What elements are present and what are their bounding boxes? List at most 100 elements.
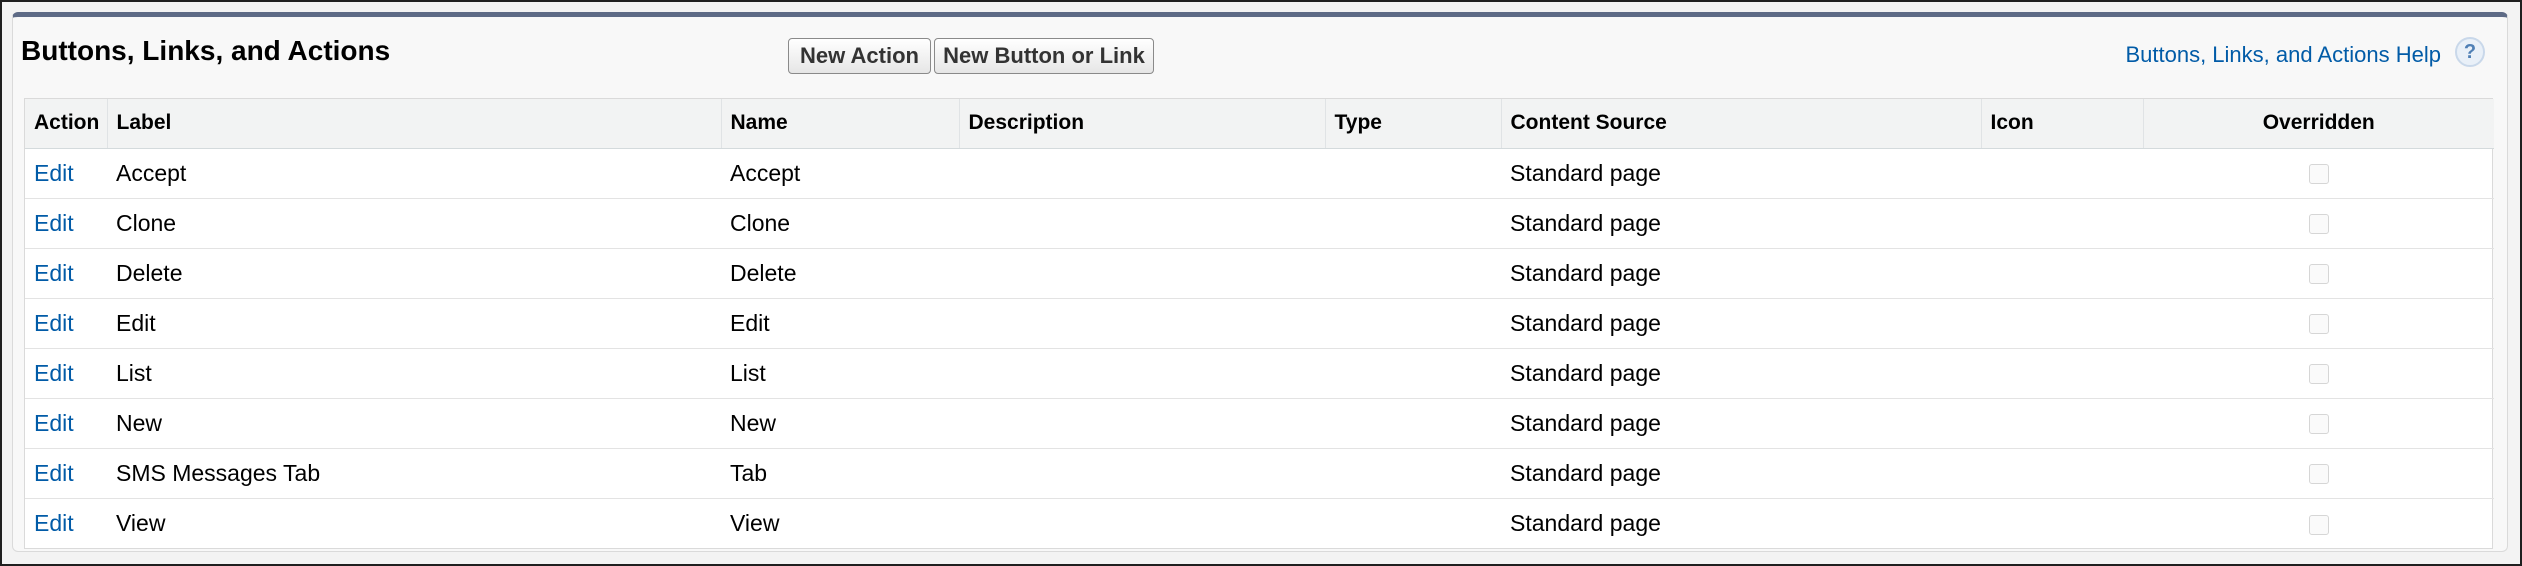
- row-action-cell: Edit: [25, 298, 107, 349]
- edit-link[interactable]: Edit: [34, 360, 74, 386]
- column-header-icon: Icon: [1981, 99, 2144, 149]
- row-content-source: Standard page: [1510, 509, 1661, 536]
- column-header-description: Description: [959, 99, 1326, 149]
- table-header-row: Action Label Name Description Type Conte…: [25, 99, 2494, 149]
- edit-link[interactable]: Edit: [34, 160, 74, 186]
- column-header-overridden: Overridden: [2143, 99, 2494, 149]
- row-overridden-cell: [2143, 448, 2494, 499]
- row-content-source: Standard page: [1501, 398, 1981, 449]
- row-description: [959, 148, 1325, 199]
- edit-link[interactable]: Edit: [34, 510, 74, 536]
- row-type: [1325, 448, 1501, 499]
- question-icon[interactable]: ?: [2455, 37, 2485, 67]
- row-overridden-cell: [2143, 198, 2494, 249]
- row-overridden-cell: [2143, 248, 2494, 299]
- row-name: New: [721, 398, 959, 449]
- row-content-source: Standard page: [1501, 348, 1981, 399]
- edit-link[interactable]: Edit: [34, 210, 74, 236]
- overridden-checkbox: [2308, 214, 2329, 235]
- row-icon: [1981, 198, 2143, 249]
- overridden-checkbox: [2308, 264, 2329, 285]
- table-row: Edit View View Standard page: [25, 498, 2494, 548]
- row-name: Clone: [721, 198, 959, 249]
- overridden-checkbox: [2308, 314, 2329, 335]
- row-label: View: [116, 509, 166, 536]
- row-label: Accept: [107, 148, 721, 199]
- row-name: List: [721, 348, 959, 399]
- row-name: Delete: [721, 248, 959, 299]
- row-description: [959, 248, 1325, 299]
- row-icon: [1981, 248, 2143, 299]
- row-content-source: Standard page: [1501, 448, 1981, 499]
- row-description: [959, 398, 1325, 449]
- row-type: [1325, 148, 1501, 199]
- row-label: SMS Messages Tab: [107, 448, 721, 499]
- row-overridden-cell: [2143, 398, 2494, 449]
- row-action-cell: Edit: [25, 148, 107, 199]
- row-overridden-cell: [2143, 298, 2494, 349]
- table-row: Edit New New Standard page: [25, 398, 2494, 449]
- help-link[interactable]: Buttons, Links, and Actions Help: [2125, 41, 2441, 69]
- row-action-cell: Edit: [25, 198, 107, 249]
- row-overridden-cell: [2143, 348, 2494, 399]
- row-icon: [1981, 448, 2143, 499]
- row-type: [1325, 298, 1501, 349]
- actions-table: Action Label Name Description Type Conte…: [24, 98, 2494, 549]
- column-header-type: Type: [1325, 99, 1502, 149]
- row-icon: [1981, 298, 2143, 349]
- row-name: Edit: [721, 298, 959, 349]
- row-type: [1325, 498, 1501, 548]
- row-icon: [1981, 148, 2143, 199]
- row-label: New: [107, 398, 721, 449]
- column-header-action: Action: [25, 99, 108, 149]
- row-description: [959, 198, 1325, 249]
- row-overridden-cell: [2143, 148, 2494, 199]
- row-description: [959, 498, 1325, 548]
- row-label: List: [107, 348, 721, 399]
- overridden-checkbox: [2308, 514, 2329, 535]
- edit-link[interactable]: Edit: [34, 410, 74, 436]
- new-button-or-link-button[interactable]: New Button or Link: [934, 38, 1154, 74]
- row-icon: [1981, 348, 2143, 399]
- row-description: [959, 298, 1325, 349]
- row-name: View: [730, 509, 780, 536]
- row-action-cell: Edit: [25, 448, 107, 499]
- row-label: Delete: [107, 248, 721, 299]
- table-row: Edit Edit Edit Standard page: [25, 298, 2494, 349]
- row-icon: [1981, 498, 2143, 548]
- table-row: Edit List List Standard page: [25, 348, 2494, 399]
- overridden-checkbox: [2308, 364, 2329, 385]
- window-frame: Buttons, Links, and Actions New Action N…: [0, 0, 2522, 566]
- row-overridden-cell: [2143, 498, 2494, 548]
- row-type: [1325, 348, 1501, 399]
- row-name: Tab: [721, 448, 959, 499]
- row-type: [1325, 248, 1501, 299]
- row-type: [1325, 198, 1501, 249]
- edit-link[interactable]: Edit: [34, 260, 74, 286]
- overridden-checkbox: [2308, 164, 2329, 185]
- row-content-source: Standard page: [1501, 248, 1981, 299]
- edit-link[interactable]: Edit: [34, 460, 74, 486]
- overridden-checkbox: [2308, 464, 2329, 485]
- related-list-panel: Buttons, Links, and Actions New Action N…: [12, 12, 2508, 552]
- table-row: Edit Clone Clone Standard page: [25, 198, 2494, 249]
- table-row: Edit Delete Delete Standard page: [25, 248, 2494, 299]
- table-row: Edit Accept Accept Standard page: [25, 148, 2494, 199]
- row-label: Clone: [107, 198, 721, 249]
- table-row: Edit SMS Messages Tab Tab Standard page: [25, 448, 2494, 499]
- row-type: [1325, 398, 1501, 449]
- row-content-source: Standard page: [1501, 298, 1981, 349]
- column-header-label: Label: [107, 99, 722, 149]
- row-name: Accept: [721, 148, 959, 199]
- row-description: [959, 348, 1325, 399]
- edit-link[interactable]: Edit: [34, 310, 74, 336]
- row-action-cell: Edit: [25, 398, 107, 449]
- row-icon: [1981, 398, 2143, 449]
- row-content-source: Standard page: [1501, 148, 1981, 199]
- row-description: [959, 448, 1325, 499]
- new-action-button[interactable]: New Action: [788, 38, 931, 74]
- row-content-source: Standard page: [1501, 198, 1981, 249]
- column-header-content-source: Content Source: [1501, 99, 1982, 149]
- row-label: Edit: [107, 298, 721, 349]
- overridden-checkbox: [2308, 414, 2329, 435]
